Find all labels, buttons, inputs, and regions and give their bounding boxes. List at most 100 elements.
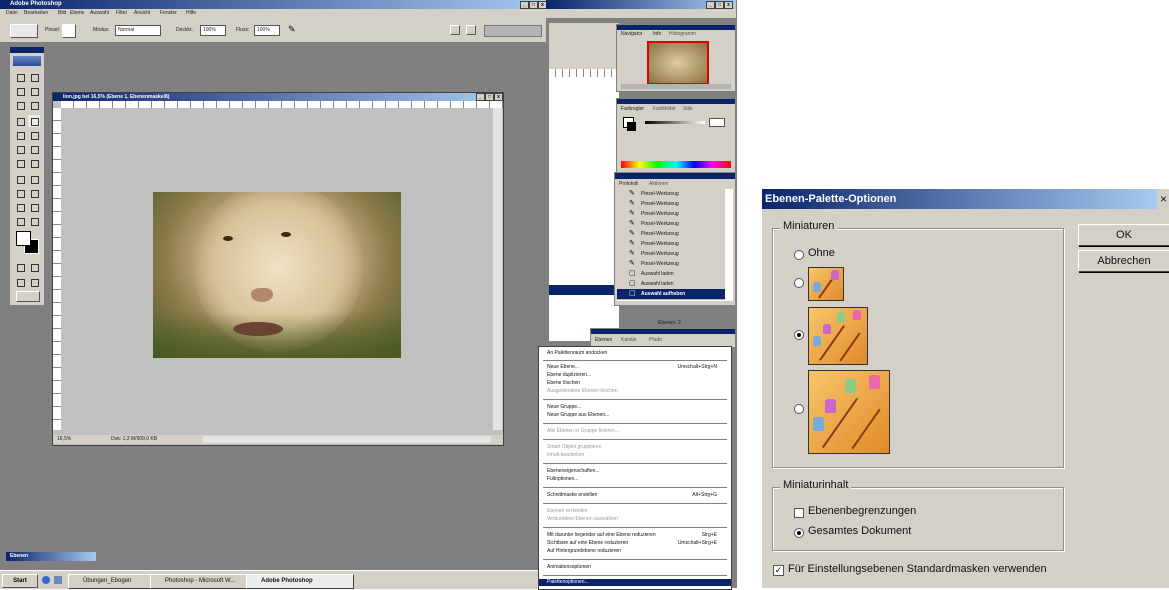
standardmasken-checkbox[interactable]: ✓ [773,565,784,576]
start-button[interactable]: Start [2,574,38,588]
bg-color-swatch[interactable] [627,122,636,131]
doc-close-button[interactable]: x [494,93,503,101]
radio-ebenenbegrenzungen[interactable] [794,508,804,518]
radio-ebenenbegrenzungen-label[interactable]: Ebenenbegrenzungen [808,505,916,517]
shape-tool[interactable] [28,187,40,199]
tab-info[interactable]: Info [653,31,661,38]
menu-fenster[interactable]: Fenster [160,10,177,17]
maximize-button[interactable]: □ [529,1,538,9]
history-item-selected[interactable]: ▢ Auswahl aufheben [617,289,725,300]
brush-picker[interactable] [62,24,76,38]
taskbar-item-photoshop[interactable]: Adobe Photoshop [246,574,354,589]
menu-item-gruppe-aus-ebenen[interactable]: Neue Gruppe aus Ebenen... [547,412,609,419]
doc-maximize-button[interactable]: □ [485,93,494,101]
radio-medium-thumbnail[interactable] [794,330,804,340]
radio-gesamtes-dokument-label[interactable]: Gesamtes Dokument [808,525,911,537]
modus-select[interactable]: Normal [115,25,161,36]
menu-filter[interactable]: Filter [116,10,127,17]
dodge-tool[interactable] [28,157,40,169]
menu-item-loeschen[interactable]: Ebene löschen [547,380,580,387]
gradient-tool[interactable] [28,143,40,155]
vertical-scrollbar[interactable] [493,108,502,430]
radio-large-thumbnail[interactable] [794,404,804,414]
tab-farbfelder[interactable]: Farbfelder [653,106,676,113]
menu-datei[interactable]: Datei [6,10,18,17]
pen-tool[interactable] [14,187,26,199]
history-brush-tool[interactable] [28,129,40,141]
navigator-thumbnail[interactable] [647,41,709,85]
fluss-input[interactable]: 100% [254,25,280,36]
menu-item-neue-gruppe[interactable]: Neue Gruppe... [547,404,581,411]
menu-item-palettenoptionen[interactable]: Palettenoptionen... [539,579,731,586]
healing-tool[interactable] [14,115,26,127]
tab-aktionen[interactable]: Aktionen [649,181,668,188]
radio-gesamtes-dokument[interactable] [794,528,804,538]
panels-maximize-button[interactable]: □ [715,1,724,9]
blur-tool[interactable] [14,157,26,169]
slice-tool[interactable] [28,99,40,111]
type-tool[interactable] [28,173,40,185]
menu-item-andocken[interactable]: An Palettenraum andocken [547,350,607,357]
menu-ebene[interactable]: Ebene [70,10,84,17]
zoom-tool[interactable] [28,215,40,227]
tab-histogramm[interactable]: Histogramm [669,31,696,38]
move-tool[interactable] [28,71,40,83]
screen-mode-button[interactable] [14,276,26,288]
path-select-tool[interactable] [14,173,26,185]
eyedropper-tool[interactable] [28,201,40,213]
menu-auswahl[interactable]: Auswahl [90,10,109,17]
standardmasken-label[interactable]: Für Einstellungsebenen Standardmasken ve… [788,563,1047,575]
palette-well[interactable] [484,25,542,37]
brush-tool[interactable] [28,115,40,127]
menu-ansicht[interactable]: Ansicht [134,10,150,17]
quicklaunch-ie-icon[interactable] [42,576,50,584]
tab-stile[interactable]: Stile [683,106,693,113]
notes-tool[interactable] [14,201,26,213]
menu-item-reduzieren[interactable]: Mit darunter liegender auf eine Ebene re… [547,532,656,539]
palette-well-icon[interactable] [466,25,476,35]
crop-tool[interactable] [14,99,26,111]
airbrush-icon[interactable]: ✎ [288,24,296,35]
palette-well-icon[interactable] [450,25,460,35]
magic-wand-tool[interactable] [28,85,40,97]
menu-item-fuelloptionen[interactable]: Fülloptionen... [547,476,578,483]
radio-small-thumbnail[interactable] [794,278,804,288]
imageready-button[interactable] [16,291,40,302]
menu-item-duplizieren[interactable]: Ebene duplizieren... [547,372,591,379]
marquee-tool[interactable] [14,71,26,83]
cancel-button[interactable]: Abbrechen [1078,250,1169,272]
eraser-tool[interactable] [14,143,26,155]
tab-pfade[interactable]: Pfade [649,337,662,344]
taskbar-item-word[interactable]: Photoshop - Microsoft W... [150,574,258,589]
tab-farbregler[interactable]: Farbregler [621,106,644,113]
tab-navigator[interactable]: Navigator [621,31,642,38]
quicklaunch-desktop-icon[interactable] [54,576,62,584]
hand-tool[interactable] [14,215,26,227]
ok-button[interactable]: OK [1078,224,1169,246]
menu-item-hintergrund-reduzieren[interactable]: Auf Hintergrundebene reduzieren [547,548,621,555]
radio-ohne-label[interactable]: Ohne [808,247,835,259]
dialog-close-button[interactable]: × [1158,189,1169,209]
radio-ohne[interactable] [794,250,804,260]
menu-item-neue-ebene[interactable]: Neue Ebene... [547,364,579,371]
foreground-color-swatch[interactable] [16,231,31,246]
tab-protokoll[interactable]: Protokoll [619,181,638,188]
color-slider[interactable] [645,121,705,124]
panels-minimize-button[interactable]: _ [706,1,715,9]
panels-close-button[interactable]: x [724,1,733,9]
color-spectrum[interactable] [621,161,731,168]
menu-item-ebeneneigenschaften[interactable]: Ebeneneigenschaften... [547,468,600,475]
zoom-readout[interactable]: 16,5% [57,436,71,443]
minimize-button[interactable]: _ [520,1,529,9]
collapsed-window[interactable]: Ebenen [6,552,96,561]
tab-kanaele[interactable]: Kanäle [621,337,637,344]
lasso-tool[interactable] [14,85,26,97]
brush-tool-preset[interactable] [10,24,38,38]
stamp-tool[interactable] [14,129,26,141]
tab-ebenen[interactable]: Ebenen [595,337,612,344]
standard-mode-button[interactable] [14,261,26,273]
menu-item-animationsoptionen[interactable]: Animationsoptionen [547,564,591,571]
taskbar-item-folder[interactable]: Übungen_Ebogen [68,574,162,589]
menu-item-schnittmaske[interactable]: Schnittmaske erstellen [547,492,597,499]
deckkraft-input[interactable]: 100% [200,25,226,36]
